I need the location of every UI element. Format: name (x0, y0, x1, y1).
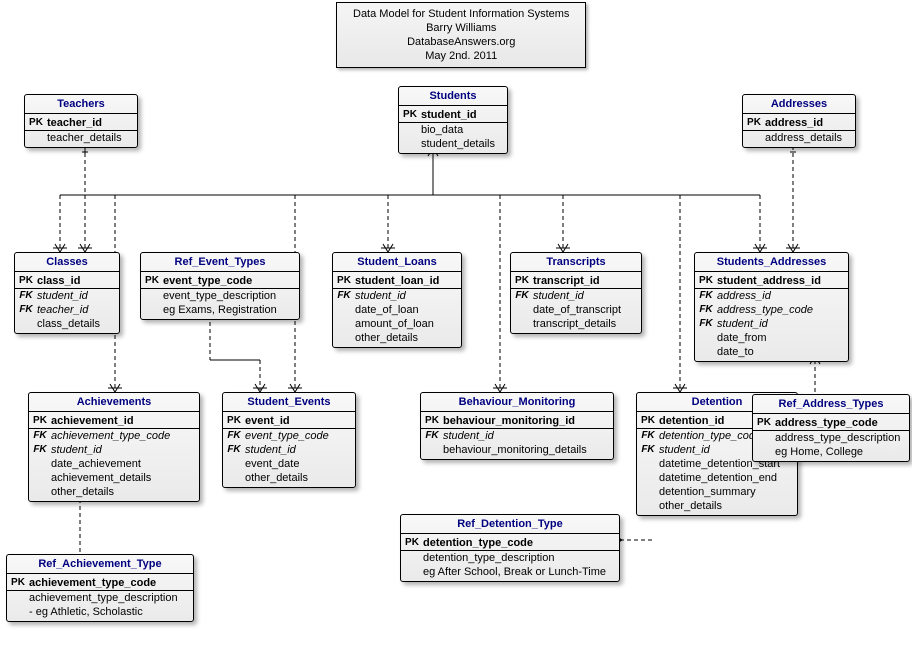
entity-title: Achievements (29, 393, 199, 412)
pk: student_id (421, 108, 485, 122)
entity-title: Students (399, 87, 507, 106)
entity-title: Ref_Achievement_Type (7, 555, 193, 574)
entity-achievements: Achievements PKachievement_id FKachievem… (28, 392, 200, 502)
attr: datetime_detention_end (659, 471, 785, 485)
title-line: May 2nd. 2011 (353, 49, 569, 63)
entity-title: Ref_Address_Types (753, 395, 909, 414)
attr: teacher_details (47, 131, 130, 145)
fk: teacher_id (37, 303, 96, 317)
attr: other_details (51, 485, 122, 499)
attr: eg Home, College (775, 445, 871, 459)
entity-student-loans: Student_Loans PKstudent_loan_id FKstuden… (332, 252, 462, 348)
fk: student_id (355, 289, 414, 303)
attr: date_achievement (51, 457, 149, 471)
entity-ref-achievement-type: Ref_Achievement_Type PKachievement_type_… (6, 554, 194, 622)
entity-title: Ref_Detention_Type (401, 515, 619, 534)
attr: other_details (245, 471, 316, 485)
pk: behaviour_monitoring_id (443, 414, 583, 428)
fk: student_id (443, 429, 502, 443)
entity-ref-event-types: Ref_Event_Types PKevent_type_code event_… (140, 252, 300, 320)
title-line: DatabaseAnswers.org (353, 35, 569, 49)
fk: student_id (659, 443, 718, 457)
pk: address_type_code (775, 416, 886, 430)
entity-students-addresses: Students_Addresses PKstudent_address_id … (694, 252, 849, 362)
fk: student_id (37, 289, 96, 303)
entity-title: Transcripts (511, 253, 641, 272)
pk: detention_type_code (423, 536, 541, 550)
entity-students: Students PKstudent_id bio_data student_d… (398, 86, 508, 154)
attr: date_to (717, 345, 762, 359)
attr: achievement_details (51, 471, 159, 485)
diagram-title: Data Model for Student Information Syste… (336, 2, 586, 68)
pk: address_id (765, 116, 831, 130)
entity-title: Student_Events (223, 393, 355, 412)
title-line: Barry Williams (353, 21, 569, 35)
entity-addresses: Addresses PKaddress_id address_details (742, 94, 856, 148)
pk: achievement_type_code (29, 576, 164, 590)
entity-ref-detention-type: Ref_Detention_Type PKdetention_type_code… (400, 514, 620, 582)
attr: date_of_loan (355, 303, 427, 317)
attr: address_type_description (775, 431, 908, 445)
pk: student_loan_id (355, 274, 447, 288)
fk: student_id (717, 317, 776, 331)
pk: teacher_id (47, 116, 110, 130)
fk: student_id (245, 443, 304, 457)
attr: transcript_details (533, 317, 624, 331)
attr: achievement_type_description (29, 591, 186, 605)
attr: eg Exams, Registration (163, 303, 285, 317)
attr: - eg Athletic, Scholastic (29, 605, 151, 619)
attr: date_from (717, 331, 775, 345)
attr: detention_type_description (423, 551, 562, 565)
entity-title: Teachers (25, 95, 137, 114)
entity-behaviour-monitoring: Behaviour_Monitoring PKbehaviour_monitor… (420, 392, 614, 460)
entity-ref-address-types: Ref_Address_Types PKaddress_type_code ad… (752, 394, 910, 462)
entity-transcripts: Transcripts PKtranscript_id FKstudent_id… (510, 252, 642, 334)
entity-title: Student_Loans (333, 253, 461, 272)
entity-teachers: Teachers PKteacher_id teacher_details (24, 94, 138, 148)
attr: bio_data (421, 123, 471, 137)
pk: detention_id (659, 414, 732, 428)
attr: student_details (421, 137, 503, 151)
fk: event_type_code (245, 429, 337, 443)
fk: address_type_code (717, 303, 821, 317)
fk: achievement_type_code (51, 429, 178, 443)
entity-title: Behaviour_Monitoring (421, 393, 613, 412)
pk: student_address_id (717, 274, 829, 288)
entity-classes: Classes PKclass_id FKstudent_id FKteache… (14, 252, 120, 334)
attr: other_details (355, 331, 426, 345)
pk: class_id (37, 274, 88, 288)
fk: student_id (533, 289, 592, 303)
attr: behaviour_monitoring_details (443, 443, 595, 457)
attr: eg After School, Break or Lunch-Time (423, 565, 614, 579)
attr: address_details (765, 131, 850, 145)
fk: student_id (51, 443, 110, 457)
pk: achievement_id (51, 414, 142, 428)
attr: amount_of_loan (355, 317, 442, 331)
attr: class_details (37, 317, 108, 331)
attr: other_details (659, 499, 730, 513)
attr: detention_summary (659, 485, 764, 499)
entity-title: Students_Addresses (695, 253, 848, 272)
entity-title: Addresses (743, 95, 855, 114)
entity-title: Classes (15, 253, 119, 272)
attr: date_of_transcript (533, 303, 629, 317)
entity-title: Ref_Event_Types (141, 253, 299, 272)
pk: transcript_id (533, 274, 608, 288)
entity-student-events: Student_Events PKevent_id FKevent_type_c… (222, 392, 356, 488)
attr: event_type_description (163, 289, 284, 303)
attr: event_date (245, 457, 307, 471)
pk: event_id (245, 414, 298, 428)
fk: address_id (717, 289, 779, 303)
pk: event_type_code (163, 274, 260, 288)
title-line: Data Model for Student Information Syste… (353, 7, 569, 21)
